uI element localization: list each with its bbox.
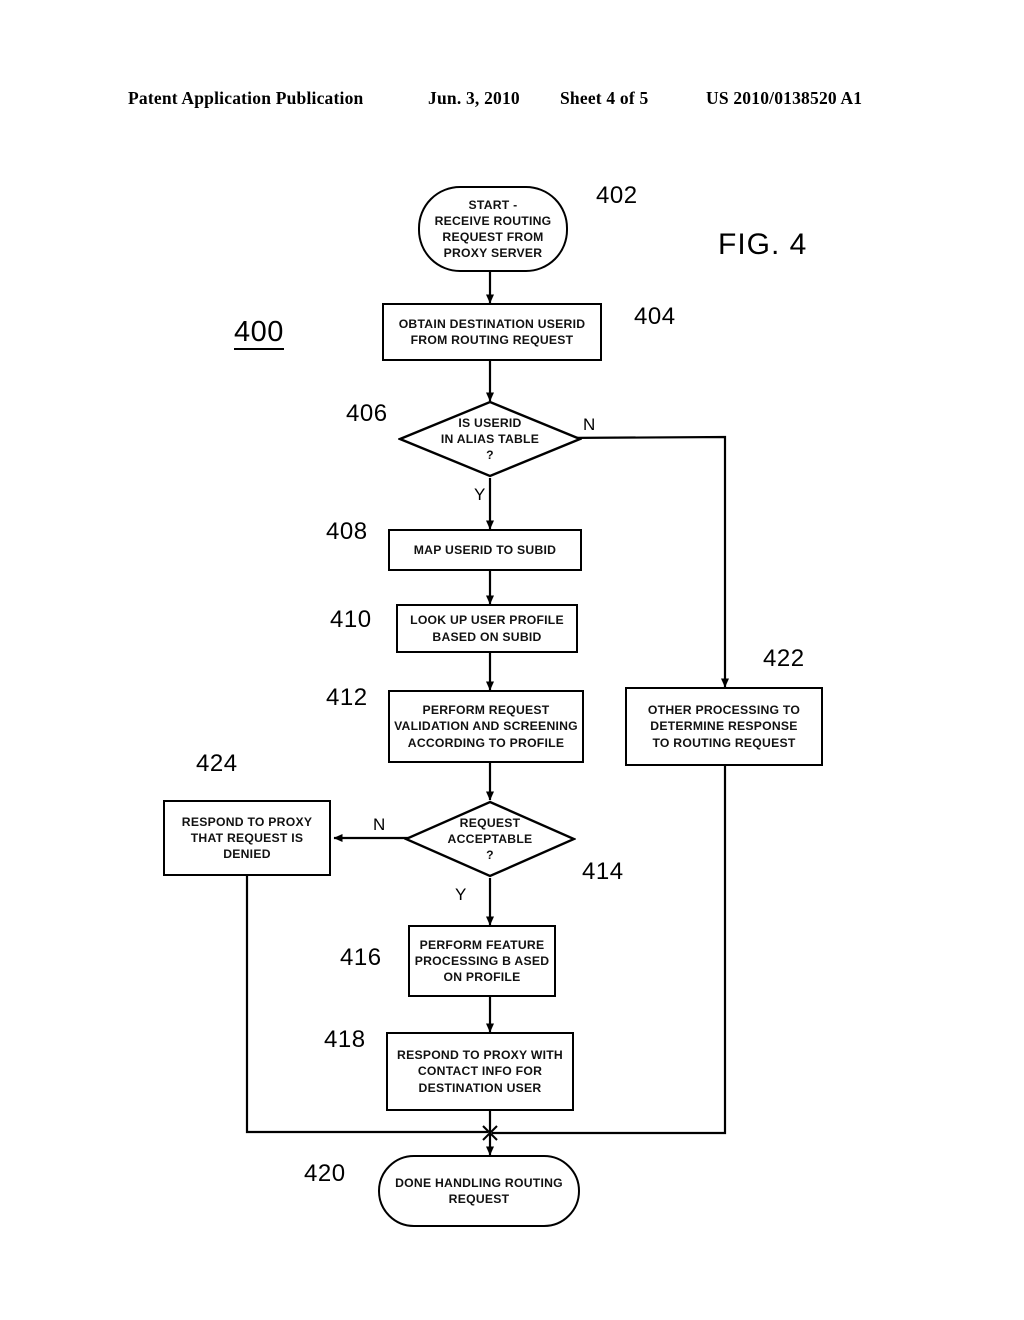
- ref-numeral-414: 414: [582, 858, 624, 885]
- node-420-label: DONE HANDLING ROUTING REQUEST: [395, 1175, 563, 1206]
- node-416-label: PERFORM FEATURE PROCESSING B ASED ON PROFI…: [414, 937, 550, 985]
- node-process-416: PERFORM FEATURE PROCESSING B ASED ON PROFI…: [408, 925, 556, 997]
- ref-numeral-420: 420: [304, 1160, 346, 1187]
- ref-numeral-404: 404: [634, 303, 676, 330]
- ref-numeral-412: 412: [326, 684, 368, 711]
- ref-numeral-424: 424: [196, 750, 238, 777]
- node-406-label: IS USERID IN ALIAS TABLE?: [440, 415, 540, 463]
- node-422-label: OTHER PROCESSING TO DETERMINE RESPONSE TO …: [647, 703, 801, 750]
- node-decision-414: REQUEST ACCEPTABLE?: [404, 800, 576, 878]
- node-process-404: OBTAIN DESTINATION USERID FROM ROUTING RE…: [382, 303, 602, 361]
- ref-numeral-410: 410: [330, 606, 372, 633]
- node-424-label: RESPOND TO PROXY THAT REQUEST IS DENIED: [181, 814, 313, 862]
- node-process-424: RESPOND TO PROXY THAT REQUEST IS DENIED: [163, 800, 331, 876]
- ref-numeral-416: 416: [340, 944, 382, 971]
- ref-numeral-402: 402: [596, 182, 638, 209]
- node-process-408: MAP USERID TO SUBID: [388, 529, 582, 571]
- branch-label-406-yes: Y: [474, 485, 486, 504]
- node-412-label: PERFORM REQUEST VALIDATION AND SCREENING A…: [394, 703, 578, 750]
- node-start-402: START - RECEIVE ROUTING REQUEST FROM PROXY …: [418, 186, 568, 272]
- node-418-label: RESPOND TO PROXY WITH CONTACT INFO FOR DES…: [397, 1048, 563, 1095]
- node-process-422: OTHER PROCESSING TO DETERMINE RESPONSE TO …: [625, 687, 823, 766]
- branch-label-414-yes: Y: [455, 885, 467, 904]
- node-process-412: PERFORM REQUEST VALIDATION AND SCREENING A…: [388, 690, 584, 763]
- ref-numeral-418: 418: [324, 1026, 366, 1053]
- node-process-418: RESPOND TO PROXY WITH CONTACT INFO FOR DES…: [386, 1032, 574, 1111]
- node-decision-406: IS USERID IN ALIAS TABLE?: [398, 400, 582, 478]
- node-process-410: LOOK UP USER PROFILE BASED ON SUBID: [396, 604, 578, 653]
- node-404-label: OBTAIN DESTINATION USERID FROM ROUTING RE…: [398, 316, 586, 347]
- node-408-label: MAP USERID TO SUBID: [413, 542, 557, 557]
- ref-numeral-408: 408: [326, 518, 368, 545]
- node-410-label: LOOK UP USER PROFILE BASED ON SUBID: [410, 613, 564, 644]
- node-414-label: REQUEST ACCEPTABLE?: [447, 815, 533, 863]
- node-end-420: DONE HANDLING ROUTING REQUEST: [378, 1155, 580, 1227]
- ref-numeral-422: 422: [763, 645, 805, 672]
- ref-numeral-406: 406: [346, 400, 388, 427]
- branch-label-406-no: N: [583, 415, 596, 434]
- node-402-label: START - RECEIVE ROUTING REQUEST FROM PROXY …: [434, 197, 552, 261]
- branch-label-414-no: N: [373, 815, 386, 834]
